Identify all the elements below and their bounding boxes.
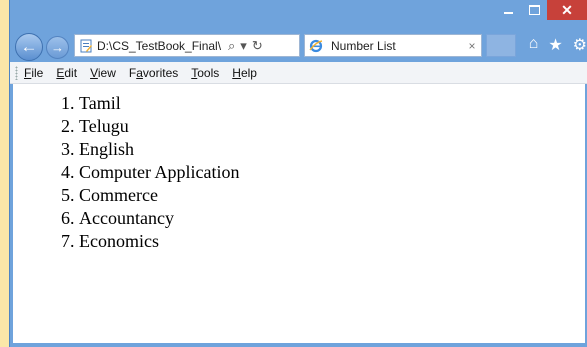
back-arrow-icon: ← (20, 37, 38, 56)
close-icon: ✕ (561, 1, 573, 18)
menu-item-edit[interactable]: Edit (56, 66, 77, 80)
search-icon[interactable]: ⌕ (228, 38, 235, 54)
browser-toolbar: ⌂ ★ ⚙ (519, 35, 587, 55)
navigation-bar: ← → D:\CS_TestBook_Final\ ⌕ ▾ ↻ Number L… (10, 30, 587, 62)
chevron-down-icon[interactable]: ▾ (240, 38, 247, 54)
list-item: Tamil (79, 92, 585, 115)
menu-item-view[interactable]: View (90, 66, 116, 80)
browser-window: ✕ ← → D:\CS_TestBook_Final\ ⌕ ▾ ↻ Number… (9, 0, 587, 347)
close-button[interactable]: ✕ (547, 0, 587, 20)
new-tab-button[interactable] (486, 34, 516, 57)
window-bottom-border (10, 343, 587, 347)
window-controls: ✕ (495, 0, 587, 22)
tab-number-list[interactable]: Number List × (304, 34, 482, 57)
menu-grip (15, 65, 18, 80)
tab-close-icon[interactable]: × (463, 39, 481, 53)
favorites-star-icon[interactable]: ★ (548, 35, 562, 55)
minimize-button[interactable] (495, 0, 521, 20)
minimize-icon (503, 12, 513, 14)
forward-arrow-icon: → (51, 40, 64, 55)
numbered-list: Tamil Telugu English Computer Applicatio… (13, 92, 585, 253)
list-item: Commerce (79, 184, 585, 207)
menu-item-favorites[interactable]: Favorites (129, 66, 178, 80)
maximize-button[interactable] (521, 0, 547, 20)
menu-item-help[interactable]: Help (232, 66, 257, 80)
back-button[interactable]: ← (15, 33, 43, 61)
maximize-icon (528, 5, 540, 15)
list-item: Telugu (79, 115, 585, 138)
refresh-icon[interactable]: ↻ (252, 38, 263, 54)
address-bar[interactable]: D:\CS_TestBook_Final\ ⌕ ▾ ↻ (74, 34, 300, 57)
menu-item-file[interactable]: File (24, 66, 43, 80)
menu-item-tools[interactable]: Tools (191, 66, 219, 80)
ie-logo-icon (309, 39, 323, 53)
address-actions: ⌕ ▾ ↻ (228, 38, 268, 54)
menu-bar: File Edit View Favorites Tools Help (10, 62, 587, 84)
page-icon (79, 39, 93, 53)
list-item: Computer Application (79, 161, 585, 184)
list-item: English (79, 138, 585, 161)
home-icon[interactable]: ⌂ (529, 35, 539, 55)
tab-title: Number List (331, 38, 396, 53)
address-text: D:\CS_TestBook_Final\ (97, 38, 222, 53)
list-item: Economics (79, 230, 585, 253)
page-content: Tamil Telugu English Computer Applicatio… (13, 84, 585, 343)
list-item: Accountancy (79, 207, 585, 230)
forward-button[interactable]: → (46, 36, 69, 59)
gear-icon[interactable]: ⚙ (573, 35, 587, 55)
